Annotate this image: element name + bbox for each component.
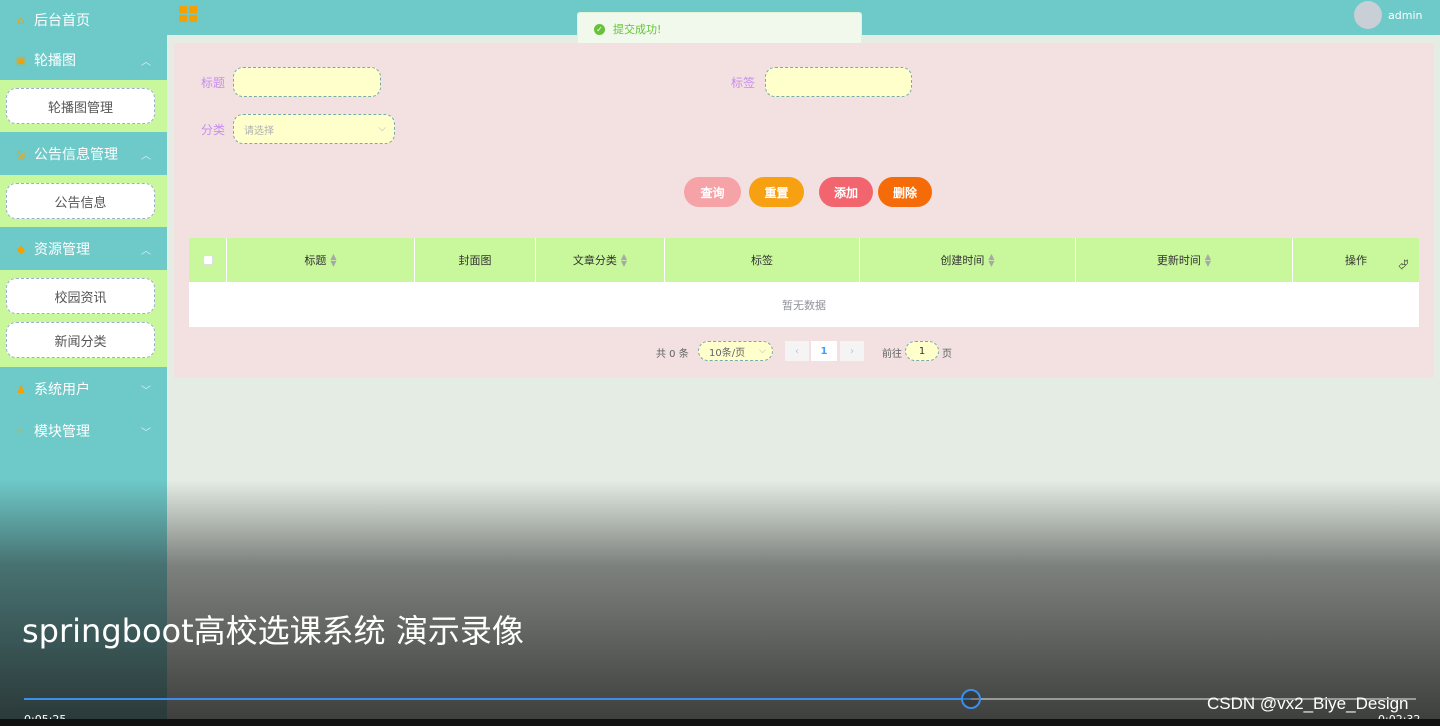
col-cover: 封面图 [415, 238, 536, 282]
notice-icon: ◎ [16, 147, 26, 161]
table-empty: 暂无数据 [189, 282, 1419, 327]
prev-page-button[interactable]: ‹ [785, 341, 809, 361]
goto-page-input[interactable]: 1 [905, 341, 939, 361]
chevron-up-icon: ︿ [141, 150, 151, 162]
category-select[interactable]: 请选择 ⌵ [233, 114, 395, 144]
menu-home-label: 后台首页 [34, 13, 90, 29]
video-progress-handle[interactable] [960, 689, 981, 709]
col-tag-label: 标签 [751, 254, 773, 267]
chevron-down-icon: ⌵ [378, 123, 386, 134]
col-category-label: 文章分类 [572, 254, 617, 267]
grid-icon: ⁘ [16, 424, 26, 438]
col-updated-label: 更新时间 [1156, 254, 1201, 267]
pager-goto-prefix: 前往 [882, 349, 902, 360]
sidebar-item-news-category[interactable]: 新闻分类 [6, 322, 155, 358]
col-title[interactable]: 标题 ▲ ▼ [227, 238, 415, 282]
pager-total: 共 0 条 [656, 349, 689, 360]
image-icon: ▣ [15, 53, 27, 67]
submenu-resources: 校园资讯 新闻分类 [0, 270, 167, 367]
title-input[interactable] [233, 67, 381, 97]
menu-notice-label: 公告信息管理 [34, 147, 118, 163]
select-all-cell [189, 238, 227, 282]
sort-icon[interactable]: ▲ ▼ [621, 253, 627, 268]
reset-button[interactable]: 重置 [749, 177, 804, 207]
watermark: CSDN @vx2_Biye_Design [1207, 694, 1409, 713]
tag-input[interactable] [765, 67, 912, 97]
menu-carousel-label: 轮播图 [34, 53, 76, 69]
col-created[interactable]: 创建时间 ▲ ▼ [860, 238, 1076, 282]
sort-icon[interactable]: ▲ ▼ [988, 253, 994, 268]
sort-icon[interactable]: ▲ ▼ [1205, 253, 1211, 268]
query-button[interactable]: 查询 [684, 177, 741, 207]
username[interactable]: admin [1388, 9, 1422, 22]
menu-modules-label: 模块管理 [34, 424, 90, 440]
col-cover-label: 封面图 [458, 254, 492, 267]
sidebar-item-campus-news[interactable]: 校园资讯 [6, 278, 155, 314]
col-category[interactable]: 文章分类 ▲ ▼ [536, 238, 665, 282]
video-progress-fill [24, 698, 971, 700]
pager-goto-suffix: 页 [942, 349, 952, 360]
sidebar-item-carousel-manage[interactable]: 轮播图管理 [6, 88, 155, 124]
chevron-up-icon: ︿ [141, 56, 151, 68]
check-circle-icon: ✓ [594, 23, 605, 35]
delete-button[interactable]: 删除 [878, 177, 932, 207]
main-panel: 标题 标签 分类 请选择 ⌵ 查询 重置 添加 删除 标题 ▲ ▼ 封面图 文章分… [174, 43, 1434, 378]
table-header: 标题 ▲▼ 封面图 文章分类 ▲▼ 标签 创建时间 ▲▼ 更新时间 ▲▼ [189, 238, 1419, 282]
submenu-carousel: 轮播图管理 [0, 80, 167, 132]
video-bottom-bar [0, 719, 1440, 726]
col-tag: 标签 [665, 238, 860, 282]
menu-modules[interactable]: ⁘ 模块管理 ﹀ [0, 411, 167, 451]
menu-notice[interactable]: ◎ 公告信息管理 ︿ [0, 134, 167, 174]
col-updated[interactable]: 更新时间 ▲ ▼ [1076, 238, 1293, 282]
col-title-label: 标题 [304, 254, 327, 267]
sidebar-item-notice-info[interactable]: 公告信息 [6, 183, 155, 219]
menu-toggle-icon[interactable] [179, 6, 197, 22]
title-label: 标题 [201, 76, 226, 90]
chevron-down-icon: ﹀ [141, 385, 151, 397]
toast-message: 提交成功! [613, 23, 662, 36]
menu-resources-label: 资源管理 [34, 242, 90, 258]
add-button[interactable]: 添加 [819, 177, 873, 207]
chevron-down-icon: ﹀ [141, 427, 151, 439]
page-number-current[interactable]: 1 [811, 341, 837, 361]
avatar[interactable] [1354, 1, 1382, 29]
mouse-cursor-icon: ⮰ [1398, 258, 1409, 273]
menu-resources[interactable]: ◆ 资源管理 ︿ [0, 229, 167, 269]
user-icon: ♟ [16, 382, 26, 396]
video-title: springboot高校选课系统 演示录像 [22, 612, 524, 650]
tag-label: 标签 [731, 76, 756, 90]
menu-system-users[interactable]: ♟ 系统用户 ﹀ [0, 369, 167, 409]
col-actions-label: 操作 [1345, 254, 1367, 267]
select-all-checkbox[interactable] [202, 255, 213, 265]
video-overlay [0, 480, 1440, 726]
menu-carousel[interactable]: ▣ 轮播图 ︿ [0, 40, 167, 80]
home-icon: ⌂ [17, 13, 25, 27]
category-placeholder: 请选择 [244, 125, 274, 137]
sort-icon[interactable]: ▲ ▼ [330, 253, 336, 268]
menu-system-users-label: 系统用户 [34, 382, 90, 398]
diamond-icon: ◆ [16, 242, 26, 256]
page-size-select[interactable]: 10条/页 ⌵ [698, 341, 773, 361]
submenu-notice: 公告信息 [0, 175, 167, 227]
menu-home[interactable]: ⌂ 后台首页 [0, 0, 167, 40]
page-size-value: 10条/页 [709, 347, 746, 359]
col-created-label: 创建时间 [940, 254, 985, 267]
success-toast: ✓ 提交成功! [577, 12, 862, 46]
next-page-button[interactable]: › [840, 341, 864, 361]
chevron-down-icon: ⌵ [759, 346, 766, 356]
chevron-up-icon: ︿ [141, 245, 151, 257]
category-label: 分类 [201, 123, 226, 137]
